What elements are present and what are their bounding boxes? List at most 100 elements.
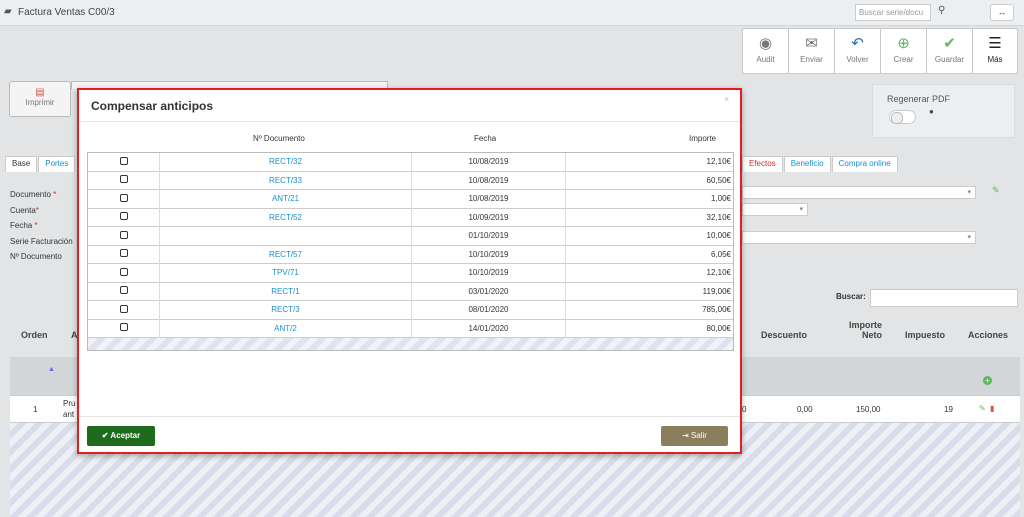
row-fecha: 01/10/2019 [412,227,566,246]
check-icon: ✔ [943,35,956,52]
serie-select[interactable]: ▾ [742,231,976,244]
table-row: ANT/2 14/01/2020 80,00€ [88,319,733,338]
line-impuesto: 19 [944,405,953,414]
row-fecha: 10/10/2019 [412,264,566,283]
row-documento[interactable]: RECT/57 [160,245,412,264]
row-checkbox[interactable] [119,230,128,239]
audit-button[interactable]: ◉ Audit [743,29,789,73]
row-checkbox[interactable] [119,175,128,184]
search-icon[interactable]: ⚲ [938,5,945,16]
row-documento[interactable]: RECT/3 [160,301,412,320]
pencil-icon[interactable]: ✎ [992,185,1000,196]
edit-icon[interactable]: ✎ [979,404,986,413]
col-fecha: Fecha [474,134,497,143]
tab-compra-online[interactable]: Compra online [831,156,898,172]
trash-icon[interactable]: ▮ [990,404,994,413]
row-importe: 10,00€ [706,231,731,240]
more-label: Más [987,55,1003,64]
tab-base[interactable]: Base [5,156,38,172]
line-importe-neto: 150,00 [856,405,881,414]
action-toolbar: ◉ Audit ✉ Enviar ↶ Volver ⊕ Crear ✔ Guardar ☰… [742,28,1018,74]
row-documento[interactable] [160,227,412,246]
line-desc-1: Pru [63,399,76,408]
check-icon: ✔ [101,431,109,440]
row-checkbox[interactable] [119,267,128,276]
save-button[interactable]: ✔ Guardar [927,29,973,73]
sign-out-icon: ⇥ [682,431,689,440]
row-checkbox[interactable] [119,249,128,258]
window-title: Factura Ventas C00/3 [18,7,115,18]
table-row: RECT/57 10/10/2019 6,05€ [88,245,733,264]
print-button[interactable]: ▤ Imprimir [9,81,71,117]
col-acciones: Acciones [968,330,1009,340]
line-desc-2: ant [63,410,75,419]
row-documento[interactable]: RECT/52 [160,208,412,227]
tabs-right: Efectos Beneficio Compra online [742,156,899,172]
eye-icon: ◉ [758,35,773,52]
row-checkbox[interactable] [119,212,128,221]
row-fecha: 14/01/2020 [412,319,566,338]
lines-search-input[interactable] [870,289,1018,307]
col-documento: Nº Documento [253,134,305,143]
row-documento[interactable]: RECT/33 [160,171,412,190]
line-descuento: 0,00 [797,405,813,414]
row-importe: 12,10€ [706,268,731,277]
row-documento[interactable]: TPV/71 [160,264,412,283]
row-fecha: 10/10/2019 [412,245,566,264]
modal-title: Compensar anticipos [91,99,214,113]
create-button[interactable]: ⊕ Crear [881,29,927,73]
row-fecha: 10/09/2019 [412,208,566,227]
row-checkbox[interactable] [119,323,128,332]
save-label: Guardar [934,55,965,64]
row-documento[interactable]: RECT/1 [160,282,412,301]
top-bar: ▰ Factura Ventas C00/3 Buscar serie/docu… [0,0,1024,26]
row-fecha: 10/08/2019 [412,190,566,209]
documento-label: Documento [10,190,51,199]
tab-portes[interactable]: Portes [38,156,76,172]
sort-up-icon[interactable]: ▲ [48,366,55,373]
plus-circle-icon: ⊕ [897,35,910,52]
numero-documento-label: Nº Documento [10,252,62,261]
row-importe: 1,00€ [710,194,731,203]
tab-efectos[interactable]: Efectos [742,156,783,172]
folder-open-icon: ▰ [4,6,12,17]
row-documento[interactable]: ANT/21 [160,190,412,209]
row-documento[interactable]: RECT/32 [160,153,412,172]
expand-icon[interactable]: ↔ [990,4,1014,21]
close-icon[interactable]: × [724,94,729,104]
accept-button[interactable]: ✔ Aceptar [87,426,155,446]
document-search-input[interactable]: Buscar serie/docu [855,4,931,21]
table-row: RECT/1 03/01/2020 119,00€ [88,282,733,301]
regenerate-pdf-panel: Regenerar PDF ● [872,84,1015,138]
cuenta-select[interactable]: ▾ [742,203,808,216]
fecha-label: Fecha [10,221,33,230]
add-line-icon[interactable]: + [983,376,992,385]
more-button[interactable]: ☰ Más [973,29,1017,73]
exit-button[interactable]: ⇥ Salir [661,426,728,446]
menu-icon: ☰ [988,35,1002,52]
modal-footer-divider [79,416,740,417]
send-button[interactable]: ✉ Enviar [789,29,835,73]
row-documento[interactable]: ANT/2 [160,319,412,338]
table-row: RECT/52 10/09/2019 32,10€ [88,208,733,227]
row-importe: 119,00€ [702,286,731,296]
documento-select[interactable]: ▾ [742,186,976,199]
tab-beneficio[interactable]: Beneficio [783,156,831,172]
row-importe: 60,50€ [706,175,731,185]
row-checkbox[interactable] [119,304,128,313]
row-checkbox[interactable] [119,193,128,202]
row-checkbox[interactable] [119,156,128,165]
col-orden: Orden [21,330,48,340]
table-row: TPV/71 10/10/2019 12,10€ [88,264,733,283]
back-button[interactable]: ↶ Volver [835,29,881,73]
table-row: ANT/21 10/08/2019 1,00€ [88,190,733,209]
table-row: RECT/32 10/08/2019 12,10€ [88,153,733,172]
row-checkbox[interactable] [119,286,128,295]
exit-label: Salir [690,431,707,440]
info-icon: ● [929,107,934,116]
table-row: 01/10/2019 10,00€ [88,227,733,246]
col-neto: Neto [862,330,882,340]
printer-icon: ▤ [35,87,45,98]
regenerate-pdf-toggle[interactable] [889,110,916,124]
row-importe: 32,10€ [706,212,731,222]
